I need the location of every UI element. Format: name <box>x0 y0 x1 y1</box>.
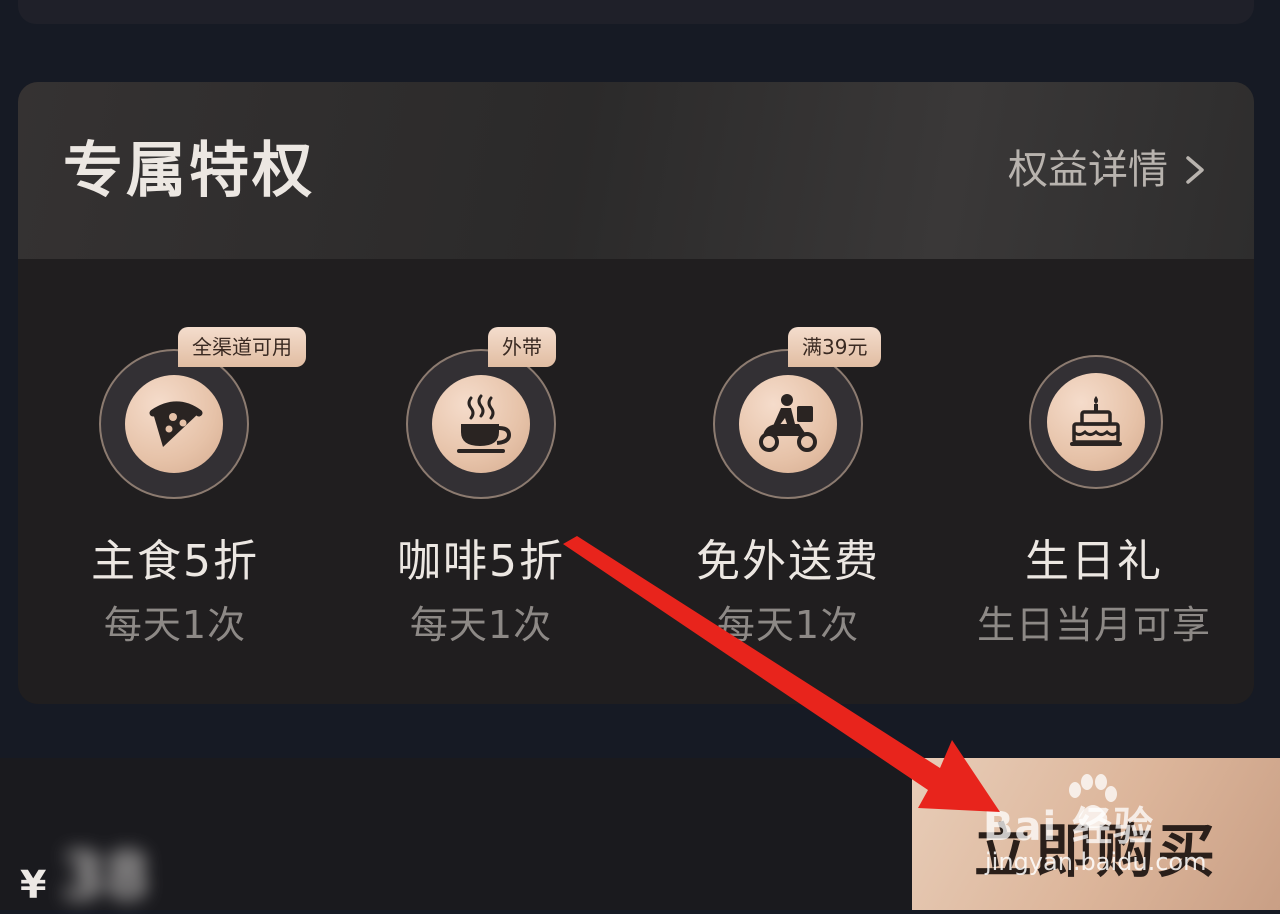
perk-badge: 外带 <box>488 327 556 367</box>
perk-frequency: 每天1次 <box>103 603 247 647</box>
perk-item-free-delivery[interactable]: 满39元 免外送费 每天1次 <box>638 259 938 704</box>
perk-name: 免外送费 <box>696 536 880 587</box>
coffee-cup-icon <box>432 375 530 473</box>
price-amount: 38 <box>60 840 150 914</box>
previous-card <box>18 0 1254 24</box>
perk-icon-ring <box>1029 355 1163 489</box>
perk-icon-ring <box>99 349 249 499</box>
perk-frequency: 每天1次 <box>409 603 553 647</box>
benefit-details-label: 权益详情 <box>1008 147 1168 193</box>
pizza-icon <box>125 375 223 473</box>
perk-frequency: 每天1次 <box>716 603 860 647</box>
privileges-header: 专属特权 权益详情 <box>18 82 1254 259</box>
chevron-right-icon <box>1186 156 1204 184</box>
perk-badge: 全渠道可用 <box>178 327 306 367</box>
buy-now-label: 立即购买 <box>973 817 1218 885</box>
perk-item-main-food[interactable]: 全渠道可用 主食5折 每天1次 <box>24 259 324 704</box>
perk-badge: 满39元 <box>788 327 882 367</box>
benefit-details-link[interactable]: 权益详情 <box>1008 146 1210 194</box>
perk-grid: 全渠道可用 主食5折 每天1次 外带 咖啡5折 每天1次 满39元 免外送费 每… <box>18 259 1254 704</box>
perk-icon-ring <box>713 349 863 499</box>
perk-name: 主食5折 <box>91 536 259 587</box>
currency-symbol: ¥ <box>20 863 47 907</box>
delivery-scooter-icon <box>739 375 837 473</box>
birthday-cake-icon <box>1047 373 1145 471</box>
perk-item-coffee[interactable]: 外带 咖啡5折 每天1次 <box>331 259 631 704</box>
perk-icon-ring <box>406 349 556 499</box>
privileges-title: 专属特权 <box>63 136 315 206</box>
perk-frequency: 生日当月可享 <box>976 603 1211 647</box>
perk-name: 咖啡5折 <box>397 536 565 587</box>
price-display: ¥ 38 <box>20 840 150 914</box>
buy-now-button[interactable]: 立即购买 <box>912 758 1280 910</box>
privileges-card: 专属特权 权益详情 全渠道可用 主食5折 每天1次 外带 咖啡5折 每天1次 满… <box>18 82 1254 704</box>
perk-item-birthday[interactable]: 生日礼 生日当月可享 <box>944 259 1244 704</box>
perk-name: 生日礼 <box>1025 536 1163 587</box>
